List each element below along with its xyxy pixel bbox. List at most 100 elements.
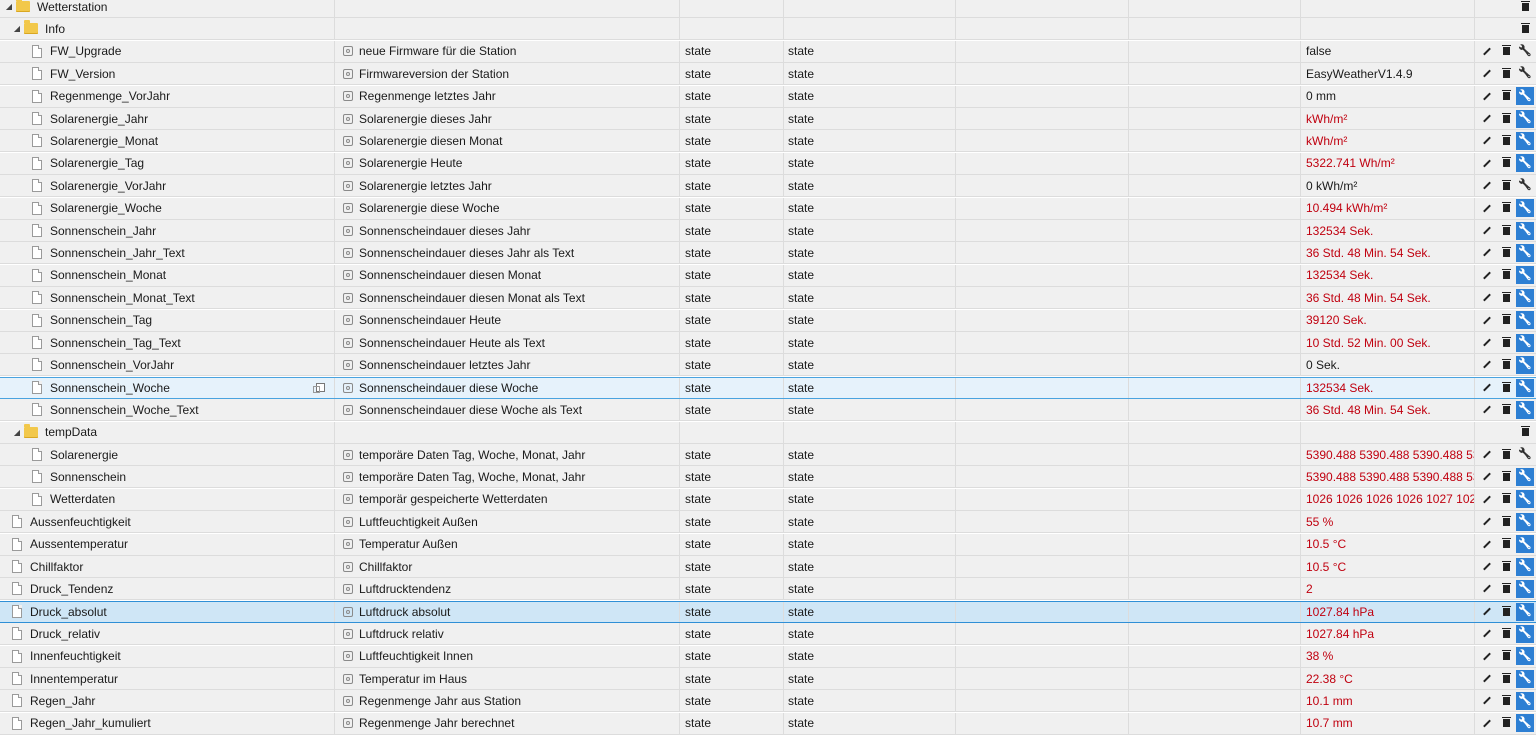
edit-button[interactable] — [1478, 692, 1496, 710]
function-cell[interactable] — [1129, 309, 1301, 331]
room-cell[interactable] — [956, 354, 1129, 376]
state-row[interactable]: Druck_absolut Luftdruck absolut state state… — [0, 600, 1536, 623]
delete-button[interactable] — [1497, 692, 1515, 710]
edit-button[interactable] — [1478, 42, 1496, 60]
config-button[interactable]: 🔧 — [1516, 490, 1534, 509]
room-cell[interactable] — [956, 601, 1129, 622]
config-button[interactable]: 🔧 — [1516, 467, 1534, 486]
config-button[interactable]: 🔧 — [1516, 199, 1534, 218]
value-cell[interactable]: 132534 Sek. — [1301, 220, 1475, 241]
expand-arrow-icon[interactable]: ◢ — [12, 428, 22, 437]
delete-button[interactable] — [1497, 535, 1515, 553]
state-row[interactable]: Sonnenschein_Woche_Text Sonnenscheindauer… — [0, 399, 1536, 422]
edit-button[interactable] — [1478, 513, 1496, 531]
name-cell[interactable]: Sonnenschein_Woche_Text — [0, 399, 335, 421]
config-button[interactable]: 🔧 — [1516, 355, 1534, 374]
edit-button[interactable] — [1478, 334, 1496, 352]
state-row[interactable]: Chillfaktor Chillfaktor state state 10.5 °C 🔧 — [0, 556, 1536, 578]
config-button[interactable]: 🔧 — [1516, 221, 1534, 240]
state-row[interactable]: Regen_Jahr_kumuliert Regenmenge Jahr bere… — [0, 712, 1536, 735]
edit-button[interactable] — [1478, 647, 1496, 665]
room-cell[interactable] — [956, 197, 1129, 219]
expand-arrow-icon[interactable]: ◢ — [12, 24, 22, 33]
name-cell[interactable]: Sonnenschein_Monat — [0, 264, 335, 286]
edit-button[interactable] — [1478, 87, 1496, 105]
value-cell[interactable]: 0 mm — [1301, 85, 1475, 107]
state-row[interactable]: Wetterdaten temporär gespeicherte Wetterd… — [0, 488, 1536, 511]
function-cell[interactable] — [1129, 85, 1301, 107]
function-cell[interactable] — [1129, 578, 1301, 600]
name-cell[interactable]: ◢ Info — [0, 18, 335, 40]
value-cell[interactable]: 10.7 mm — [1301, 712, 1475, 734]
delete-button[interactable] — [1497, 177, 1515, 195]
room-cell[interactable] — [956, 130, 1129, 152]
value-cell[interactable]: 2 — [1301, 578, 1475, 600]
edit-button[interactable] — [1478, 714, 1496, 732]
room-cell[interactable] — [956, 690, 1129, 712]
value-cell[interactable]: 36 Std. 48 Min. 54 Sek. — [1301, 287, 1475, 309]
function-cell[interactable] — [1129, 556, 1301, 577]
name-cell[interactable]: Innentemperatur — [0, 668, 335, 689]
function-cell[interactable] — [1129, 623, 1301, 645]
function-cell[interactable] — [1129, 668, 1301, 689]
state-row[interactable]: FW_Version Firmwareversion der Station sta… — [0, 63, 1536, 86]
name-cell[interactable]: Sonnenschein_VorJahr — [0, 354, 335, 376]
edit-button[interactable] — [1478, 379, 1496, 397]
room-cell[interactable] — [956, 287, 1129, 309]
name-cell[interactable]: Sonnenschein_Tag_Text — [0, 332, 335, 353]
function-cell[interactable] — [1129, 377, 1301, 398]
name-cell[interactable]: ◢ Wetterstation — [0, 0, 335, 17]
value-cell[interactable]: 22.38 °C — [1301, 668, 1475, 689]
delete-button[interactable] — [1516, 0, 1534, 16]
state-row[interactable]: Solarenergie_Tag Solarenergie Heute state s… — [0, 152, 1536, 175]
room-cell[interactable] — [956, 40, 1129, 62]
delete-button[interactable] — [1497, 42, 1515, 60]
name-cell[interactable]: Regen_Jahr — [0, 690, 335, 712]
edit-button[interactable] — [1478, 580, 1496, 598]
room-cell[interactable] — [956, 533, 1129, 555]
delete-button[interactable] — [1497, 199, 1515, 217]
function-cell[interactable] — [1129, 488, 1301, 510]
folder-row[interactable]: ◢ tempData — [0, 421, 1536, 444]
edit-button[interactable] — [1478, 401, 1496, 419]
state-row[interactable]: Aussentemperatur Temperatur Außen state sta… — [0, 533, 1536, 556]
room-cell[interactable] — [956, 623, 1129, 645]
value-cell[interactable]: kWh/m² — [1301, 130, 1475, 152]
function-cell[interactable] — [1129, 152, 1301, 174]
function-cell[interactable] — [1129, 712, 1301, 734]
value-cell[interactable]: 38 % — [1301, 645, 1475, 667]
room-cell[interactable] — [956, 668, 1129, 689]
function-cell[interactable] — [1129, 421, 1301, 443]
config-button[interactable]: 🔧 — [1516, 378, 1534, 397]
name-cell[interactable]: Regenmenge_VorJahr — [0, 85, 335, 107]
edit-button[interactable] — [1478, 266, 1496, 284]
value-cell[interactable]: 10.494 kWh/m² — [1301, 197, 1475, 219]
room-cell[interactable] — [956, 264, 1129, 286]
edit-button[interactable] — [1478, 603, 1496, 621]
name-cell[interactable]: Druck_Tendenz — [0, 578, 335, 600]
config-button[interactable]: 🔧 — [1516, 65, 1534, 83]
delete-button[interactable] — [1497, 558, 1515, 576]
name-cell[interactable]: Solarenergie — [0, 444, 335, 465]
state-row[interactable]: Sonnenschein_Tag Sonnenscheindauer Heute s… — [0, 309, 1536, 332]
name-cell[interactable]: Aussenfeuchtigkeit — [0, 511, 335, 533]
delete-button[interactable] — [1497, 670, 1515, 688]
config-button[interactable]: 🔧 — [1516, 669, 1534, 688]
edit-button[interactable] — [1478, 535, 1496, 553]
name-cell[interactable]: Druck_absolut — [0, 601, 335, 622]
delete-button[interactable] — [1497, 580, 1515, 598]
delete-button[interactable] — [1497, 625, 1515, 643]
value-cell[interactable]: 39120 Sek. — [1301, 309, 1475, 331]
config-button[interactable]: 🔧 — [1516, 243, 1534, 262]
edit-button[interactable] — [1478, 244, 1496, 262]
delete-button[interactable] — [1497, 154, 1515, 172]
name-cell[interactable]: Regen_Jahr_kumuliert — [0, 712, 335, 734]
value-cell[interactable]: 55 % — [1301, 511, 1475, 533]
room-cell[interactable] — [956, 444, 1129, 465]
delete-button[interactable] — [1497, 244, 1515, 262]
edit-button[interactable] — [1478, 670, 1496, 688]
function-cell[interactable] — [1129, 645, 1301, 667]
state-row[interactable]: Innentemperatur Temperatur im Haus state st… — [0, 668, 1536, 690]
room-cell[interactable] — [956, 0, 1129, 17]
config-button[interactable]: 🔧 — [1516, 624, 1534, 643]
